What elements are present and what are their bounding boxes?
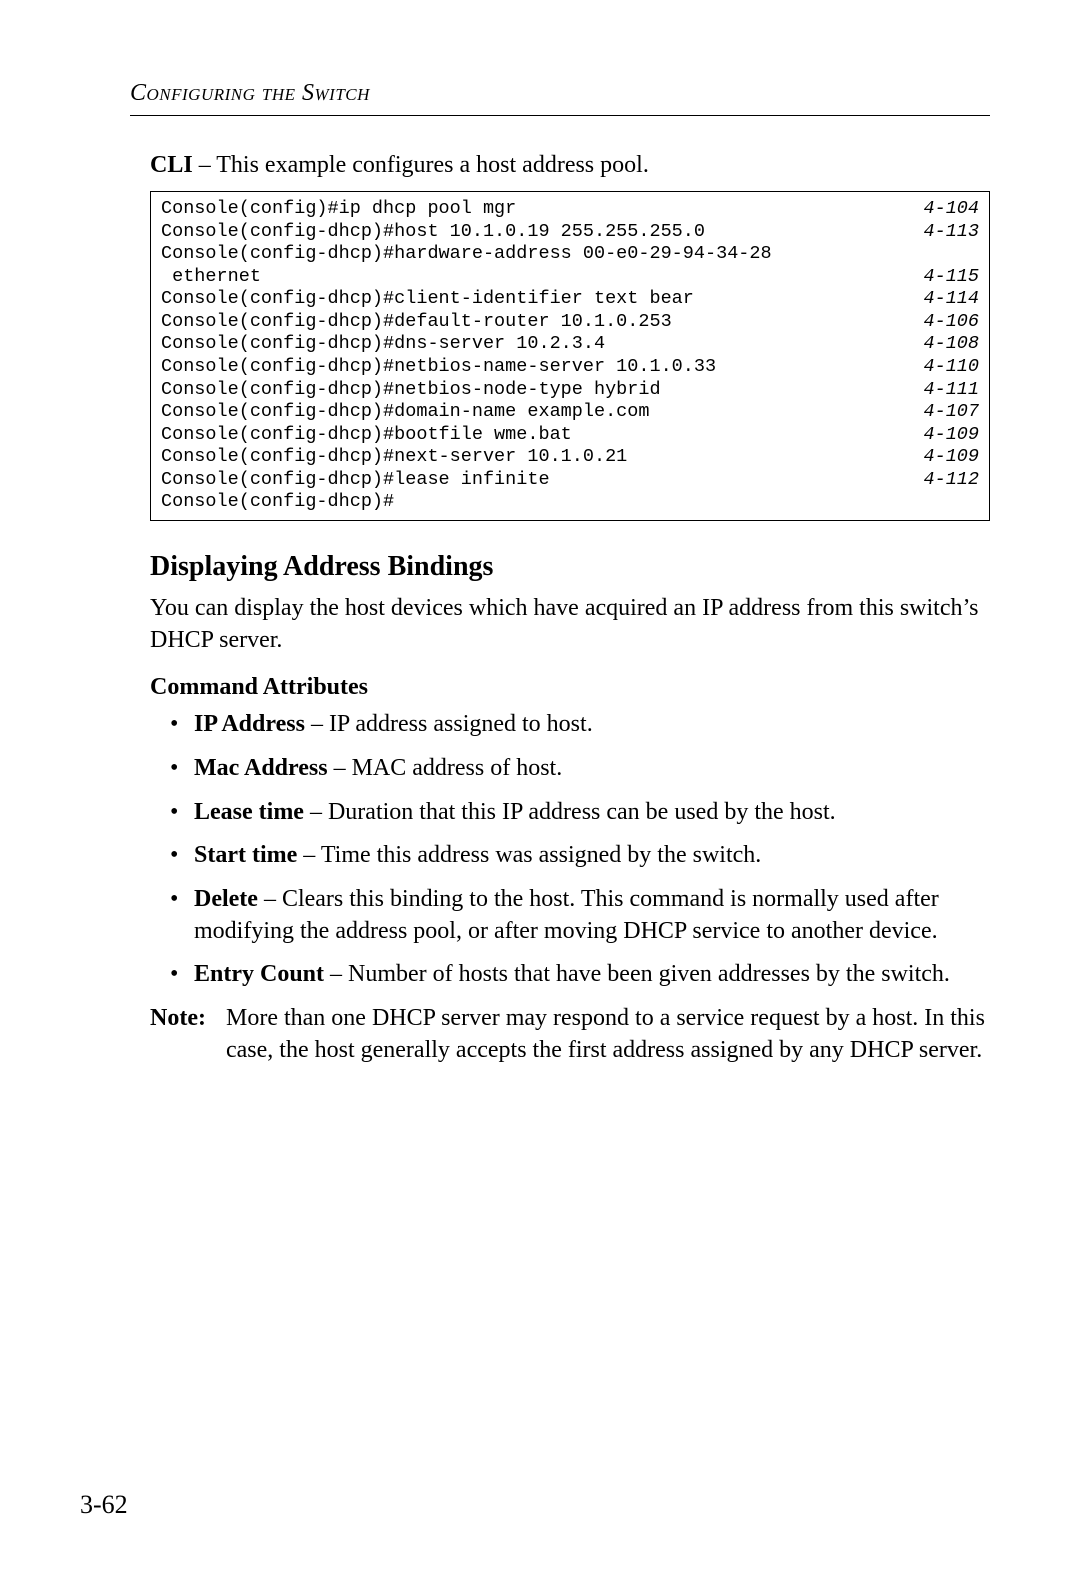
cli-intro-prefix: CLI [150,152,193,178]
attr-term: Start time [194,842,297,868]
cli-command: Console(config-dhcp)#client-identifier t… [161,288,694,311]
attr-term: Delete [194,886,258,912]
attr-desc: – MAC address of host. [328,755,563,781]
attr-term: Lease time [194,799,304,825]
header-rule [130,115,990,116]
cli-page-ref: 4-112 [911,469,979,492]
page: Configuring the Switch CLI – This exampl… [0,0,1080,1570]
cli-page-ref: 4-108 [911,333,979,356]
attr-term: Mac Address [194,755,328,781]
list-item: • Start time – Time this address was ass… [170,840,990,872]
cli-line: Console(config-dhcp)#default-router 10.1… [161,311,979,334]
cli-command: Console(config-dhcp)#bootfile wme.bat [161,424,572,447]
list-item: • Mac Address – MAC address of host. [170,753,990,785]
cli-line: ethernet 4-115 [161,266,979,289]
cli-intro-rest: – This example configures a host address… [193,152,649,178]
cli-line: Console(config-dhcp)#dns-server 10.2.3.4… [161,333,979,356]
cli-line: Console(config-dhcp)#netbios-name-server… [161,356,979,379]
cli-line: Console(config)#ip dhcp pool mgr 4-104 [161,198,979,221]
bullet-icon: • [170,884,194,916]
list-item: • Entry Count – Number of hosts that hav… [170,959,990,991]
cli-line: Console(config-dhcp)#next-server 10.1.0.… [161,446,979,469]
cli-command: Console(config-dhcp)#lease infinite [161,469,550,492]
cli-output-box: Console(config)#ip dhcp pool mgr4-104Con… [150,191,990,521]
bullet-icon: • [170,753,194,785]
cli-line: Console(config-dhcp)#host 10.1.0.19 255.… [161,221,979,244]
bullet-icon: • [170,840,194,872]
cli-page-ref: 4-115 [911,266,979,289]
cli-line: Console(config-dhcp)#client-identifier t… [161,288,979,311]
cli-page-ref: 4-109 [911,424,979,447]
bullet-icon: • [170,709,194,741]
attr-desc: – IP address assigned to host. [305,711,593,737]
cli-line: Console(config-dhcp)#hardware-address 00… [161,243,979,266]
bullet-icon: • [170,959,194,991]
cli-page-ref: 4-109 [911,446,979,469]
cli-intro: CLI – This example configures a host add… [150,152,990,179]
list-item: • IP Address – IP address assigned to ho… [170,709,990,741]
attr-desc: – Clears this binding to the host. This … [194,886,939,944]
list-item: • Lease time – Duration that this IP add… [170,797,990,829]
section-paragraph: You can display the host devices which h… [150,593,990,656]
cli-page-ref [967,491,979,514]
cli-page-ref [967,243,979,266]
cli-command: Console(config-dhcp)#netbios-name-server… [161,356,716,379]
note-body: More than one DHCP server may respond to… [220,1003,990,1066]
command-attributes-list: • IP Address – IP address assigned to ho… [170,709,990,991]
cli-line: Console(config-dhcp)#domain-name example… [161,401,979,424]
cli-page-ref: 4-106 [911,311,979,334]
cli-command: Console(config-dhcp)#host 10.1.0.19 255.… [161,221,705,244]
note-block: Note: More than one DHCP server may resp… [150,1003,990,1066]
attr-desc: – Number of hosts that have been given a… [324,961,950,987]
page-number: 3-62 [80,1490,128,1520]
cli-page-ref: 4-113 [911,221,979,244]
attr-desc: – Duration that this IP address can be u… [304,799,836,825]
cli-line: Console(config-dhcp)# [161,491,979,514]
cli-command: Console(config-dhcp)# [161,491,394,514]
cli-line: Console(config-dhcp)#bootfile wme.bat 4-1… [161,424,979,447]
cli-line: Console(config-dhcp)#lease infinite 4-112 [161,469,979,492]
section-heading: Displaying Address Bindings [150,551,990,583]
cli-command: ethernet [161,266,261,289]
cli-command: Console(config-dhcp)#next-server 10.1.0.… [161,446,627,469]
cli-command: Console(config)#ip dhcp pool mgr [161,198,516,221]
running-head: Configuring the Switch [130,80,990,107]
cli-command: Console(config-dhcp)#default-router 10.1… [161,311,672,334]
cli-page-ref: 4-104 [911,198,979,221]
cli-command: Console(config-dhcp)#domain-name example… [161,401,649,424]
cli-command: Console(config-dhcp)#netbios-node-type h… [161,379,661,402]
cli-command: Console(config-dhcp)#dns-server 10.2.3.4 [161,333,605,356]
cli-page-ref: 4-114 [911,288,979,311]
attr-term: IP Address [194,711,305,737]
attr-desc: – Time this address was assigned by the … [297,842,761,868]
cli-page-ref: 4-110 [911,356,979,379]
list-item: • Delete – Clears this binding to the ho… [170,884,990,947]
cli-line: Console(config-dhcp)#netbios-node-type h… [161,379,979,402]
attr-term: Entry Count [194,961,324,987]
bullet-icon: • [170,797,194,829]
note-label: Note: [150,1003,220,1066]
subheading-command-attributes: Command Attributes [150,674,990,701]
cli-page-ref: 4-111 [911,379,979,402]
cli-page-ref: 4-107 [911,401,979,424]
cli-command: Console(config-dhcp)#hardware-address 00… [161,243,772,266]
